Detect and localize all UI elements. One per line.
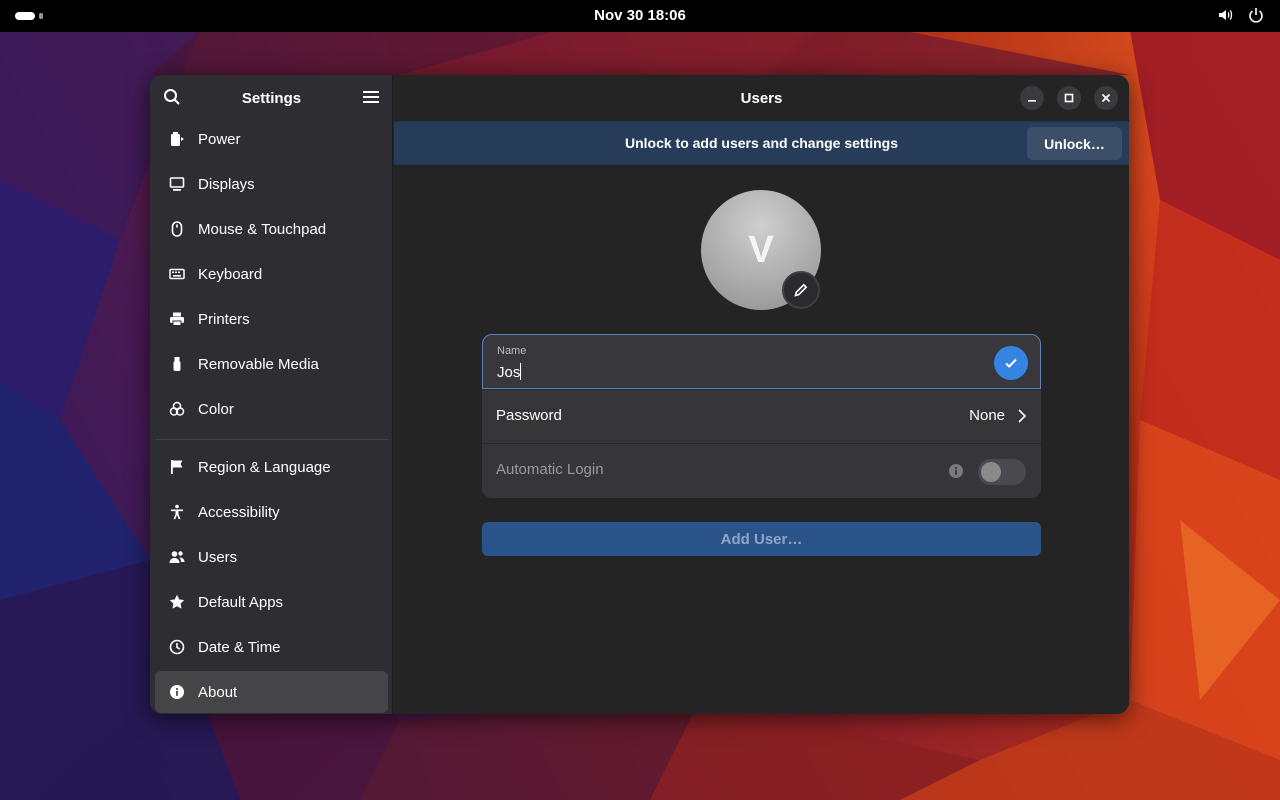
edit-avatar-button[interactable] <box>782 271 820 309</box>
power-plug-icon <box>169 131 185 147</box>
sidebar: Settings Power Displays Mouse & Touchpad… <box>150 75 393 714</box>
password-label: Password <box>496 407 562 424</box>
info-icon[interactable] <box>948 463 964 479</box>
sidebar-header: Settings <box>150 75 393 121</box>
sidebar-item-accessibility[interactable]: Accessibility <box>155 491 388 533</box>
sidebar-item-label: Keyboard <box>198 265 263 283</box>
sidebar-item-region-language[interactable]: Region & Language <box>155 446 388 488</box>
confirm-name-button[interactable] <box>994 346 1028 380</box>
sidebar-item-label: Color <box>198 400 234 418</box>
info-icon <box>169 684 185 700</box>
add-user-button[interactable]: Add User… <box>482 522 1041 556</box>
user-details-list: Name Jos Password None Automatic Login <box>482 334 1041 498</box>
unlock-infobar: Unlock to add users and change settings … <box>394 121 1129 165</box>
maximize-icon <box>1064 93 1074 103</box>
sidebar-item-label: Default Apps <box>198 593 284 611</box>
sidebar-item-label: Power <box>198 130 241 148</box>
maximize-button[interactable] <box>1057 86 1081 110</box>
name-label: Name <box>497 345 527 357</box>
printer-icon <box>169 311 185 327</box>
text-cursor <box>520 363 522 380</box>
power-icon[interactable] <box>1248 7 1264 23</box>
clock-icon <box>169 639 185 655</box>
sidebar-item-label: Mouse & Touchpad <box>198 220 327 238</box>
accessibility-icon <box>169 504 185 520</box>
automatic-login-toggle[interactable] <box>978 459 1026 485</box>
sidebar-item-printers[interactable]: Printers <box>155 298 388 340</box>
sidebar-item-label: Users <box>198 548 238 566</box>
toggle-knob <box>981 462 1001 482</box>
sidebar-item-label: Printers <box>198 310 250 328</box>
name-entry-row[interactable]: Name Jos <box>482 334 1041 389</box>
users-icon <box>169 549 185 565</box>
close-button[interactable] <box>1094 86 1118 110</box>
sidebar-title: Settings <box>241 89 302 107</box>
pencil-icon <box>794 283 808 297</box>
color-icon <box>169 401 185 417</box>
name-field[interactable]: Jos <box>497 363 522 381</box>
sidebar-item-displays[interactable]: Displays <box>155 163 388 205</box>
sidebar-item-keyboard[interactable]: Keyboard <box>155 253 388 295</box>
sidebar-item-color[interactable]: Color <box>155 388 388 430</box>
search-icon <box>164 89 180 105</box>
minimize-button[interactable] <box>1020 86 1044 110</box>
sidebar-item-label: Removable Media <box>198 355 319 373</box>
main-panel: Users Unlock to add users and change set… <box>394 75 1129 714</box>
sidebar-item-label: About <box>198 683 238 701</box>
settings-window: Settings Power Displays Mouse & Touchpad… <box>150 75 1129 714</box>
chevron-right-icon <box>1018 409 1027 423</box>
mouse-icon <box>169 221 185 237</box>
sidebar-item-default-apps[interactable]: Default Apps <box>155 581 388 623</box>
volume-icon[interactable] <box>1218 7 1234 23</box>
sidebar-item-label: Accessibility <box>198 503 280 521</box>
search-button[interactable] <box>159 84 185 110</box>
infobar-message: Unlock to add users and change settings <box>624 135 899 151</box>
minimize-icon <box>1028 100 1036 102</box>
sidebar-divider <box>156 439 388 440</box>
close-icon <box>1101 93 1111 103</box>
sidebar-item-date-time[interactable]: Date & Time <box>155 626 388 668</box>
clock[interactable]: Nov 30 18:06 <box>0 7 1280 24</box>
automatic-login-label: Automatic Login <box>496 461 604 478</box>
sidebar-item-label: Date & Time <box>198 638 281 656</box>
sidebar-item-removable-media[interactable]: Removable Media <box>155 343 388 385</box>
page-title: Users <box>740 89 783 107</box>
usb-icon <box>169 356 185 372</box>
name-field-value: Jos <box>497 364 521 381</box>
checkmark-icon <box>1005 358 1017 368</box>
display-icon <box>169 176 185 192</box>
sidebar-item-users[interactable]: Users <box>155 536 388 578</box>
sidebar-item-about[interactable]: About <box>155 671 388 713</box>
password-row[interactable]: Password None <box>482 389 1041 443</box>
sidebar-item-power[interactable]: Power <box>155 118 388 160</box>
sidebar-item-label: Region & Language <box>198 458 331 476</box>
top-bar: Nov 30 18:06 <box>0 0 1280 32</box>
keyboard-icon <box>169 266 185 282</box>
avatar-initial: V <box>748 228 774 271</box>
unlock-button[interactable]: Unlock… <box>1027 127 1122 160</box>
password-value: None <box>969 407 1005 424</box>
main-header: Users <box>394 75 1129 121</box>
automatic-login-row: Automatic Login <box>482 443 1041 498</box>
main-menu-button[interactable] <box>358 84 384 110</box>
sidebar-item-mouse-touchpad[interactable]: Mouse & Touchpad <box>155 208 388 250</box>
sidebar-item-label: Displays <box>198 175 255 193</box>
hamburger-menu-icon <box>363 91 379 103</box>
star-icon <box>169 594 185 610</box>
flag-icon <box>169 459 185 475</box>
